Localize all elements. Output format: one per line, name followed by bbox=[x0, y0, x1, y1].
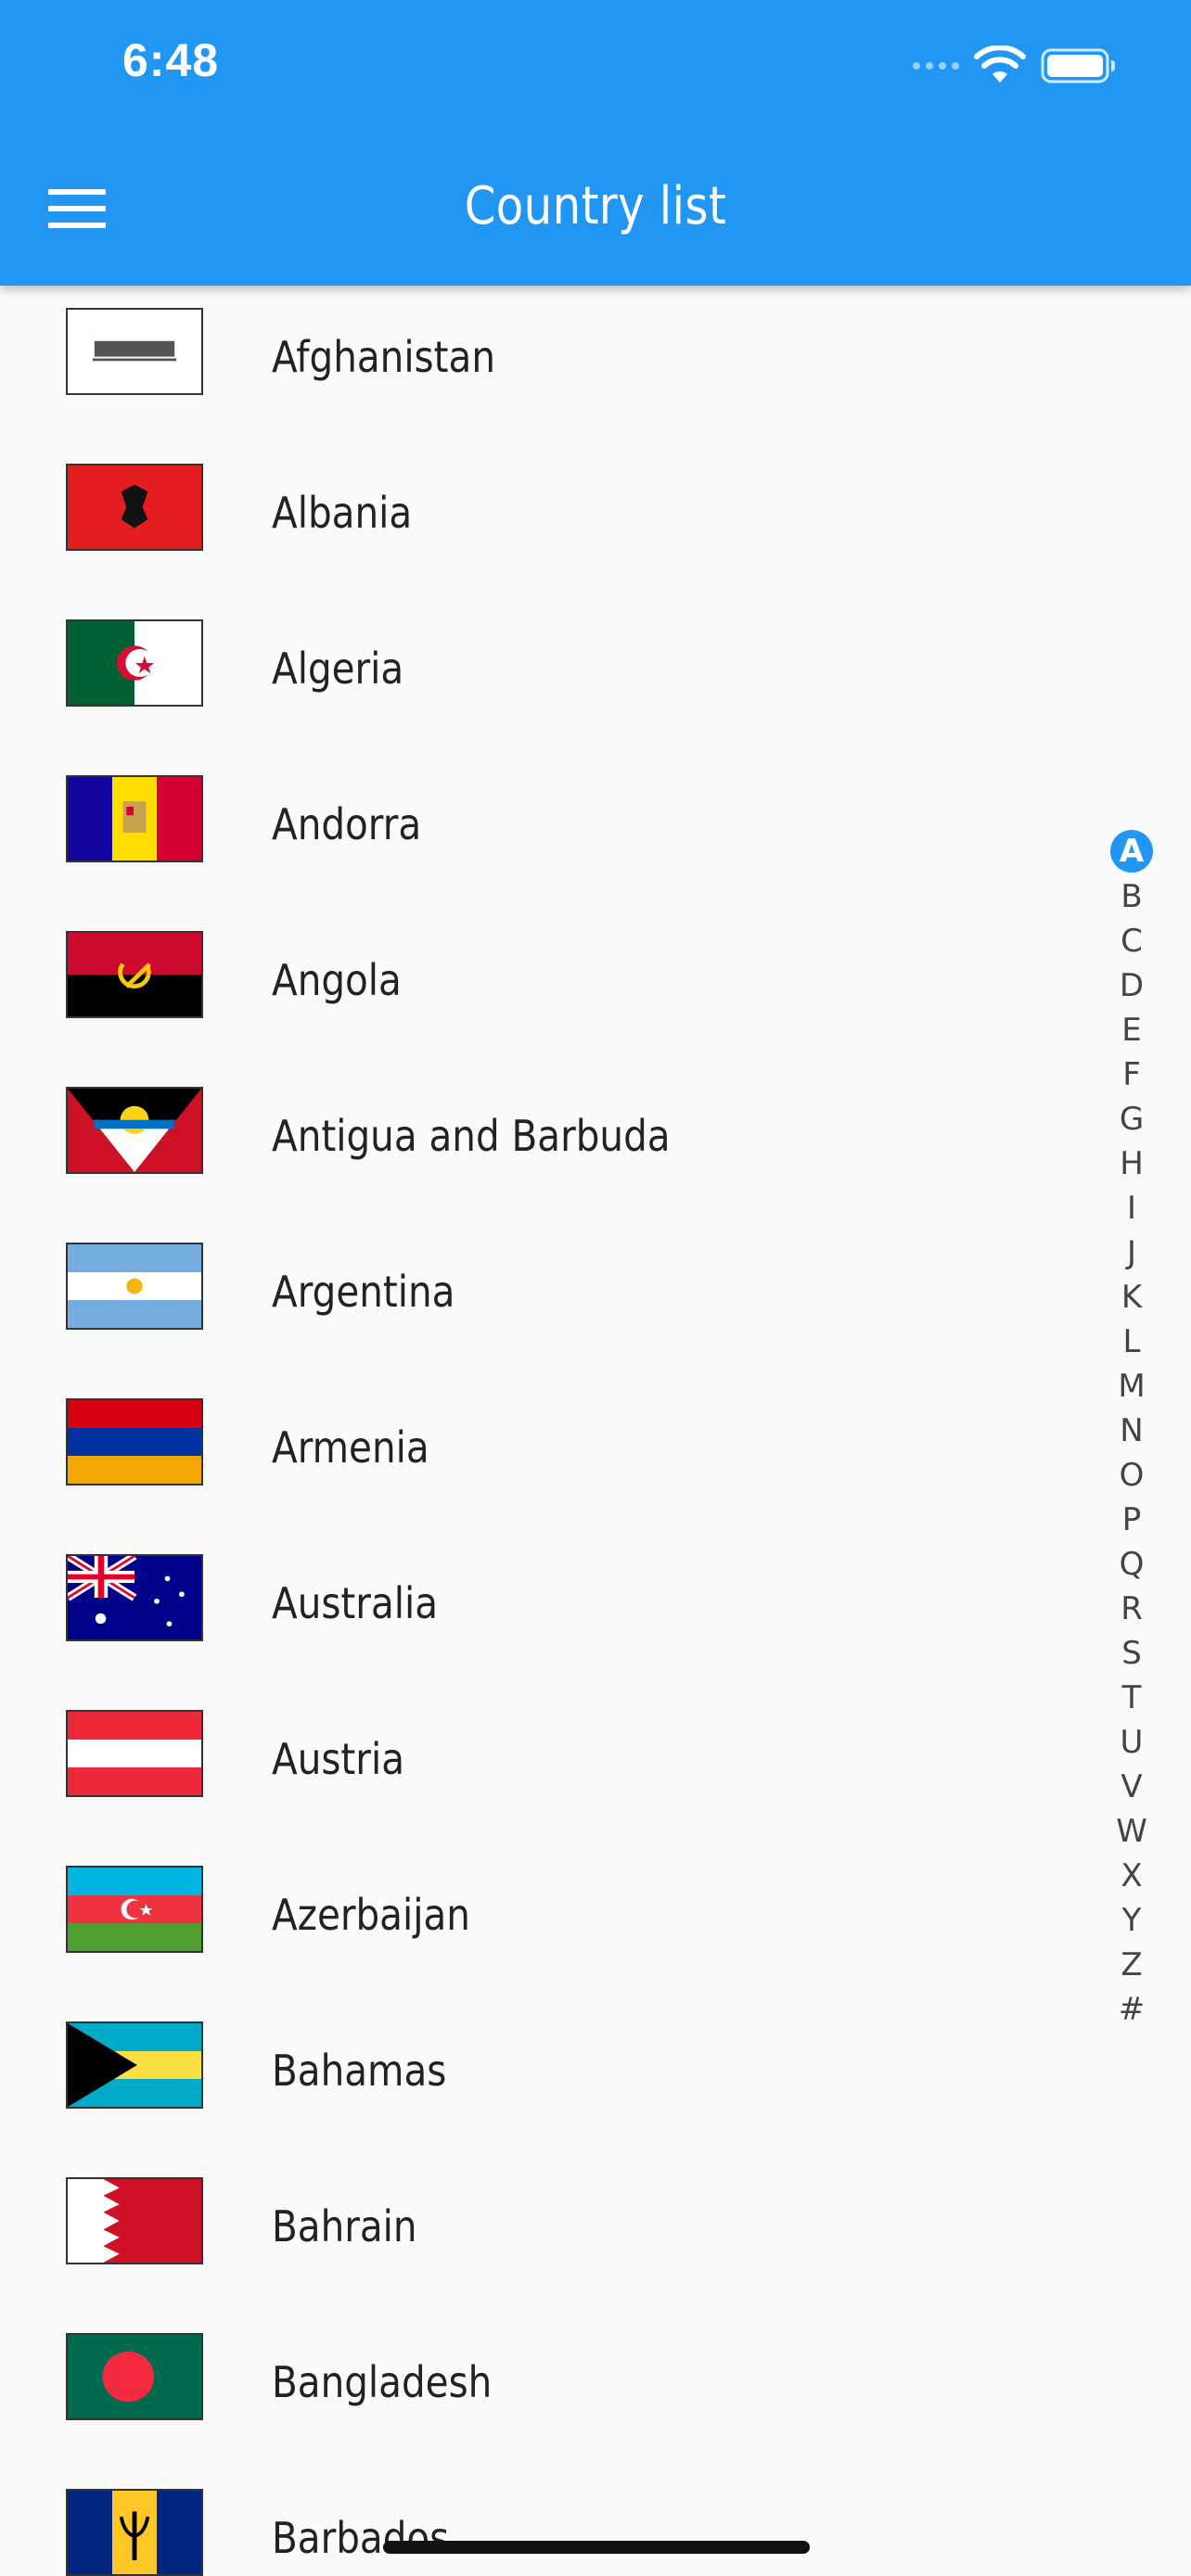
country-name: Angola bbox=[272, 955, 402, 1005]
country-name: Argentina bbox=[272, 1267, 455, 1317]
index-letter-e[interactable]: E bbox=[1109, 1008, 1154, 1052]
bahrain-flag-icon bbox=[66, 2177, 203, 2264]
home-indicator[interactable] bbox=[383, 2541, 810, 2554]
cellular-signal-icon bbox=[913, 62, 959, 70]
albania-flag-icon bbox=[66, 464, 203, 551]
list-item[interactable]: Bahamas bbox=[0, 1999, 1076, 2155]
bangladesh-flag-icon bbox=[66, 2333, 203, 2420]
index-letter-q[interactable]: Q bbox=[1109, 1542, 1154, 1587]
index-letter-m[interactable]: M bbox=[1109, 1364, 1154, 1409]
list-item[interactable]: Azerbaijan bbox=[0, 1843, 1076, 1999]
index-letter-p[interactable]: P bbox=[1109, 1498, 1154, 1542]
country-name: Afghanistan bbox=[272, 332, 495, 382]
index-letter-v[interactable]: V bbox=[1109, 1765, 1154, 1809]
app-bar: 6:48 Country list bbox=[0, 0, 1191, 286]
index-letter-x[interactable]: X bbox=[1109, 1854, 1154, 1898]
country-name: Bangladesh bbox=[272, 2357, 493, 2407]
index-letter-g[interactable]: G bbox=[1109, 1097, 1154, 1141]
list-item[interactable]: Bangladesh bbox=[0, 2311, 1076, 2467]
index-letter-r[interactable]: R bbox=[1109, 1587, 1154, 1631]
armenia-flag-icon bbox=[66, 1398, 203, 1486]
azerbaijan-flag-icon bbox=[66, 1866, 203, 1953]
angola-flag-icon bbox=[66, 931, 203, 1018]
barbados-flag-icon bbox=[66, 2489, 203, 2576]
index-letter-s[interactable]: S bbox=[1109, 1631, 1154, 1676]
country-name: Andorra bbox=[272, 799, 422, 849]
battery-icon bbox=[1041, 48, 1115, 83]
index-letter-l[interactable]: L bbox=[1109, 1320, 1154, 1364]
country-name: Bahamas bbox=[272, 2046, 447, 2096]
list-item[interactable]: Austria bbox=[0, 1688, 1076, 1843]
status-time: 6:48 bbox=[122, 34, 220, 86]
index-letter-y[interactable]: Y bbox=[1109, 1898, 1154, 1943]
index-letter-h[interactable]: H bbox=[1109, 1141, 1154, 1186]
country-name: Antigua and Barbuda bbox=[272, 1111, 671, 1161]
status-icons bbox=[913, 43, 1117, 89]
andorra-flag-icon bbox=[66, 775, 203, 862]
list-item[interactable]: Andorra bbox=[0, 753, 1076, 909]
antigua-and-barbuda-flag-icon bbox=[66, 1087, 203, 1174]
list-item[interactable]: Albania bbox=[0, 441, 1076, 597]
index-letter-o[interactable]: O bbox=[1109, 1453, 1154, 1498]
index-letter-w[interactable]: W bbox=[1109, 1809, 1154, 1854]
austria-flag-icon bbox=[66, 1710, 203, 1797]
index-letter-b[interactable]: B bbox=[1109, 874, 1154, 919]
alphabet-index[interactable]: A B C D E F G H I J K L M N O P Q R S T … bbox=[1109, 830, 1154, 2032]
country-name: Austria bbox=[272, 1734, 405, 1784]
index-letter-u[interactable]: U bbox=[1109, 1720, 1154, 1765]
country-list[interactable]: Afghanistan Albania Algeria Andorra Ango… bbox=[0, 286, 1191, 2576]
index-letter-t[interactable]: T bbox=[1109, 1676, 1154, 1720]
list-item[interactable]: Algeria bbox=[0, 597, 1076, 753]
index-letter-d[interactable]: D bbox=[1109, 963, 1154, 1008]
country-name: Barbados bbox=[272, 2513, 450, 2563]
index-letter-f[interactable]: F bbox=[1109, 1052, 1154, 1097]
list-item[interactable]: Afghanistan bbox=[0, 286, 1076, 441]
page-title: Country list bbox=[464, 176, 727, 236]
list-item[interactable]: Australia bbox=[0, 1532, 1076, 1688]
index-letter-a[interactable]: A bbox=[1110, 830, 1153, 873]
list-item[interactable]: Bahrain bbox=[0, 2155, 1076, 2311]
index-letter-n[interactable]: N bbox=[1109, 1409, 1154, 1453]
index-letter-j[interactable]: J bbox=[1109, 1231, 1154, 1275]
list-item[interactable]: Antigua and Barbuda bbox=[0, 1065, 1076, 1220]
country-name: Bahrain bbox=[272, 2201, 417, 2251]
list-item[interactable]: Barbados bbox=[0, 2467, 1076, 2576]
list-item[interactable]: Argentina bbox=[0, 1220, 1076, 1376]
afghanistan-flag-icon bbox=[66, 308, 203, 395]
bahamas-flag-icon bbox=[66, 2021, 203, 2109]
country-name: Albania bbox=[272, 488, 413, 538]
country-name: Armenia bbox=[272, 1422, 429, 1473]
wifi-icon bbox=[974, 45, 1026, 83]
country-name: Azerbaijan bbox=[272, 1890, 470, 1940]
index-letter-i[interactable]: I bbox=[1109, 1186, 1154, 1231]
country-name: Australia bbox=[272, 1578, 439, 1628]
index-letter-hash[interactable]: # bbox=[1109, 1987, 1154, 2032]
index-letter-k[interactable]: K bbox=[1109, 1275, 1154, 1320]
index-letter-c[interactable]: C bbox=[1109, 919, 1154, 963]
list-item[interactable]: Armenia bbox=[0, 1376, 1076, 1532]
list-item[interactable]: Angola bbox=[0, 909, 1076, 1065]
australia-flag-icon bbox=[66, 1554, 203, 1641]
country-name: Algeria bbox=[272, 644, 404, 694]
argentina-flag-icon bbox=[66, 1243, 203, 1330]
algeria-flag-icon bbox=[66, 619, 203, 707]
index-letter-z[interactable]: Z bbox=[1109, 1943, 1154, 1987]
